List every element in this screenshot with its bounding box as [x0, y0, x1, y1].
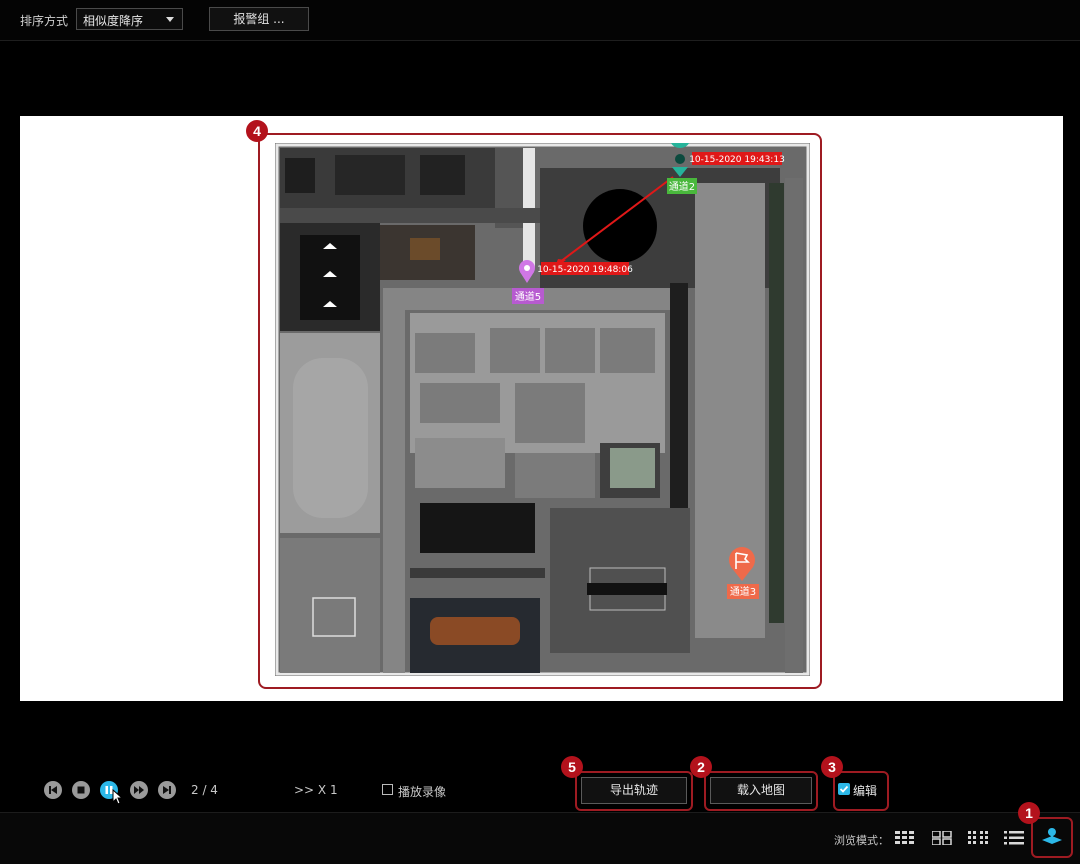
play-recording-label: 播放录像 — [398, 785, 447, 799]
sort-select[interactable]: 相似度降序 — [76, 8, 183, 30]
callout-box-edit — [833, 771, 889, 811]
skip-end-icon — [163, 786, 171, 794]
skip-start-icon — [49, 786, 57, 794]
grid-large-icon[interactable] — [895, 831, 915, 845]
callout-badge-2: 2 — [690, 756, 712, 778]
stop-button[interactable] — [72, 781, 90, 799]
grid-detail-icon[interactable] — [968, 831, 988, 845]
playback-speed[interactable]: >> X 1 — [294, 783, 338, 797]
play-recording-checkbox[interactable] — [382, 784, 393, 795]
callout-badge-4: 4 — [246, 120, 268, 142]
sort-label: 排序方式 — [20, 14, 69, 28]
callout-box-load-map — [704, 771, 818, 811]
fast-forward-icon — [134, 786, 144, 794]
callout-box-map — [258, 133, 822, 689]
chevron-down-icon — [166, 17, 174, 22]
callout-box-export — [575, 771, 693, 811]
playback-counter: 2 / 4 — [191, 783, 218, 797]
stop-icon — [77, 786, 85, 794]
grid-medium-icon[interactable] — [932, 831, 952, 845]
alarm-group-button[interactable]: 报警组 ... — [209, 7, 309, 31]
callout-badge-3: 3 — [821, 756, 843, 778]
mouse-cursor-icon — [112, 789, 124, 805]
callout-badge-5: 5 — [561, 756, 583, 778]
skip-to-start-button[interactable] — [44, 781, 62, 799]
callout-badge-1: 1 — [1018, 802, 1040, 824]
sort-select-value: 相似度降序 — [83, 14, 144, 28]
callout-box-map-view — [1031, 817, 1073, 858]
list-view-icon[interactable] — [1004, 831, 1024, 845]
status-bar — [0, 812, 1080, 864]
browse-mode-label: 浏览模式： — [834, 834, 889, 847]
skip-to-end-button[interactable] — [158, 781, 176, 799]
fast-forward-button[interactable] — [130, 781, 148, 799]
